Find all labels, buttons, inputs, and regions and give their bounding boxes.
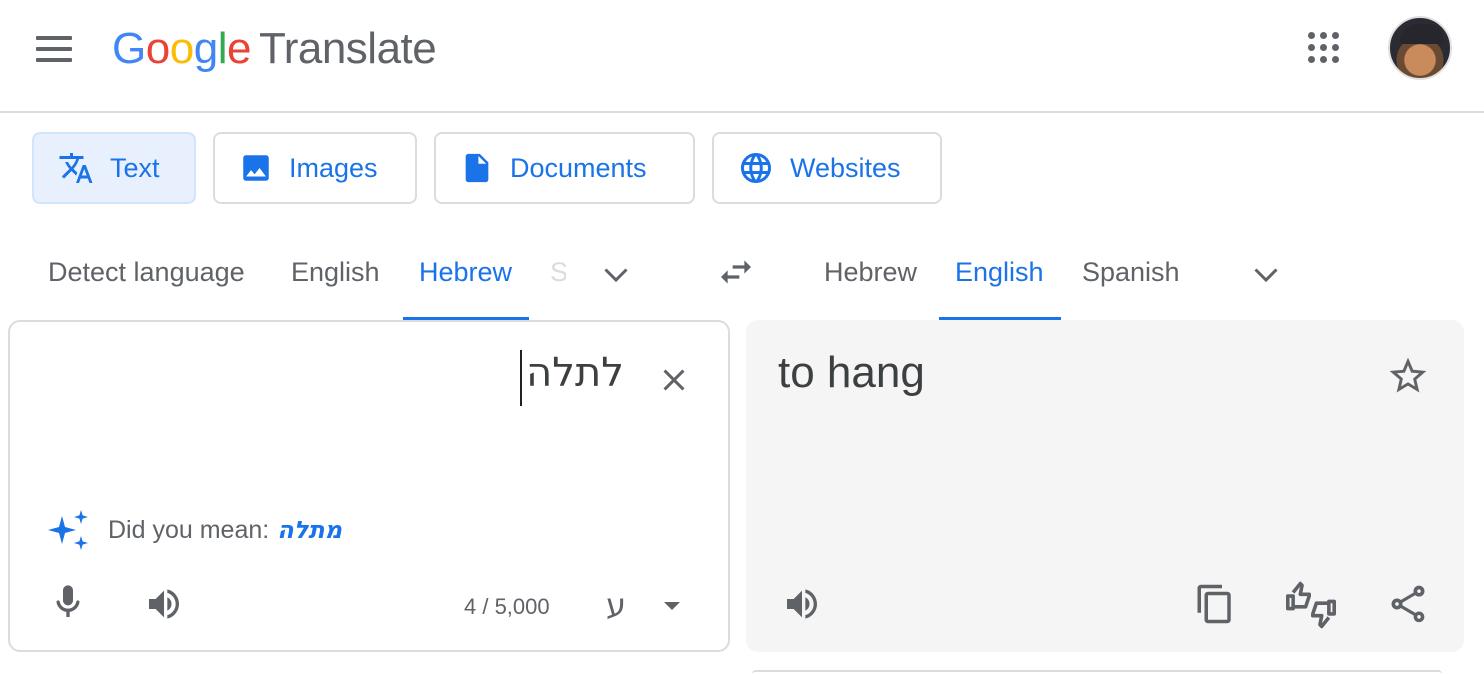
globe-icon (741, 153, 771, 183)
chevron-down-icon[interactable] (1248, 256, 1284, 292)
translation-mode-tabs: Text Images Documents Websites (32, 132, 942, 204)
suggestion-link[interactable]: מתלה (277, 516, 342, 544)
mode-tab-websites[interactable]: Websites (712, 132, 942, 204)
close-icon[interactable] (656, 362, 692, 398)
speaker-icon[interactable] (142, 584, 186, 624)
apps-grid-icon[interactable] (1306, 30, 1342, 66)
product-name: Translate (258, 24, 437, 73)
user-avatar[interactable] (1388, 16, 1452, 80)
source-text-input[interactable]: לתלה (526, 350, 624, 396)
speaker-icon[interactable] (780, 584, 824, 624)
target-lang-english[interactable]: English (939, 238, 1061, 320)
source-lang-partial[interactable]: S (550, 238, 566, 320)
hamburger-bar (36, 47, 72, 51)
logo-letter: o (145, 24, 170, 73)
translation-output-panel: to hang (746, 320, 1464, 652)
image-icon (243, 155, 269, 181)
chevron-down-icon[interactable] (598, 256, 634, 292)
mode-tab-documents-label: Documents (510, 152, 647, 183)
logo-letter: G (112, 24, 146, 73)
document-icon (465, 153, 489, 183)
source-text-panel[interactable]: לתלה Did you mean: מתלה 4 / 5,000 ע (8, 320, 730, 652)
target-lang-hebrew[interactable]: Hebrew (824, 238, 917, 320)
target-language-bar: Hebrew English Spanish (700, 238, 1484, 320)
share-icon[interactable] (1386, 582, 1430, 626)
mode-tab-images[interactable]: Images (213, 132, 417, 204)
logo-letter: g (193, 24, 218, 73)
mode-tab-websites-label: Websites (790, 152, 901, 183)
copy-icon[interactable] (1194, 582, 1236, 626)
source-lang-english[interactable]: English (291, 238, 380, 320)
hamburger-bar (36, 58, 72, 62)
source-lang-hebrew[interactable]: Hebrew (402, 238, 530, 320)
target-lang-spanish[interactable]: Spanish (1082, 238, 1180, 320)
mode-tab-documents[interactable]: Documents (434, 132, 695, 204)
did-you-mean-label: Did you mean: (108, 515, 270, 544)
mode-tab-text-label: Text (110, 152, 160, 183)
keyboard-icon[interactable]: ע (606, 586, 626, 624)
rate-translation-icon[interactable] (1284, 580, 1338, 630)
mode-tab-images-label: Images (289, 152, 378, 183)
google-translate-logo[interactable]: Google Translate (112, 22, 437, 76)
source-lang-detect[interactable]: Detect language (48, 238, 245, 320)
text-cursor (520, 350, 522, 406)
hamburger-menu-icon (36, 36, 72, 40)
character-count: 4 / 5,000 (464, 594, 550, 619)
main-menu-button[interactable] (36, 36, 76, 64)
translate-icon (59, 153, 93, 183)
logo-letter: e (226, 24, 251, 73)
logo-letter: o (169, 24, 194, 73)
translation-text: to hang (778, 348, 925, 397)
did-you-mean: Did you mean: מתלה (44, 508, 342, 552)
keyboard-options-icon[interactable] (664, 602, 680, 610)
panel-edge (752, 670, 1442, 674)
logo-letter: l (217, 24, 228, 73)
mode-tab-text[interactable]: Text (32, 132, 196, 204)
app-header: Google Translate (0, 0, 1484, 113)
source-language-bar: Detect language English Hebrew S (0, 238, 700, 320)
star-icon[interactable] (1386, 354, 1430, 398)
microphone-icon[interactable] (48, 580, 88, 624)
sparkle-icon (48, 510, 88, 550)
